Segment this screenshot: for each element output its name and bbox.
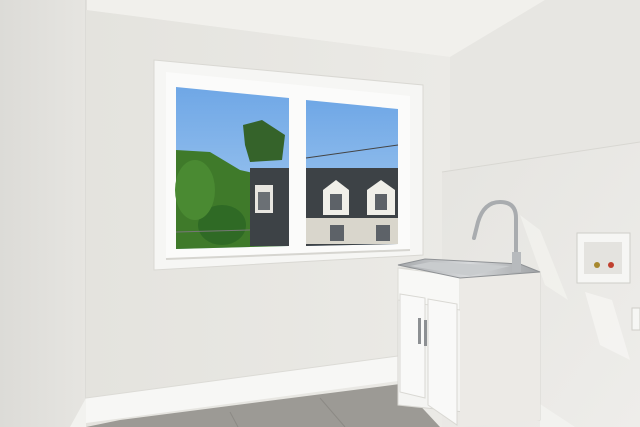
window-left-pane [175, 87, 289, 249]
left-wall [0, 0, 86, 427]
cabinet-icon [397, 267, 541, 427]
outlet [631, 307, 640, 331]
window-right-pane [305, 100, 399, 246]
laundry-room-photo [0, 0, 640, 427]
window-icon [153, 59, 424, 271]
washer-box-icon [576, 232, 631, 284]
